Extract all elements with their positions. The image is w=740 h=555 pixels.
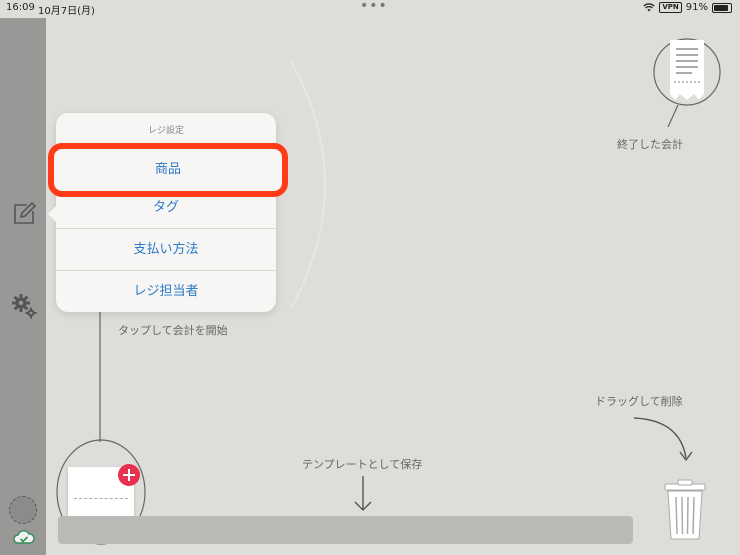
drag-delete-hint: ドラッグして削除	[595, 395, 683, 408]
add-ticket-button[interactable]	[118, 464, 140, 486]
popover-title: レジ設定	[147, 126, 184, 136]
tap-start-hint: タップして会計を開始	[118, 324, 228, 337]
menu-item-payment-methods[interactable]: 支払い方法	[56, 228, 276, 270]
menu-item-cashiers[interactable]: レジ担当者	[56, 270, 276, 312]
finished-receipt-icon[interactable]	[668, 38, 706, 106]
highlight-products[interactable]: 商品	[48, 143, 288, 197]
trash-icon[interactable]	[663, 479, 707, 545]
highlight-products-label: 商品	[154, 162, 181, 177]
ticket-divider	[74, 498, 128, 499]
finished-label: 終了した会計	[617, 138, 683, 151]
save-template-hint: テンプレートとして保存	[302, 458, 423, 471]
plus-icon	[123, 469, 135, 481]
template-bar[interactable]	[58, 516, 633, 544]
popover-arrow	[48, 206, 56, 222]
